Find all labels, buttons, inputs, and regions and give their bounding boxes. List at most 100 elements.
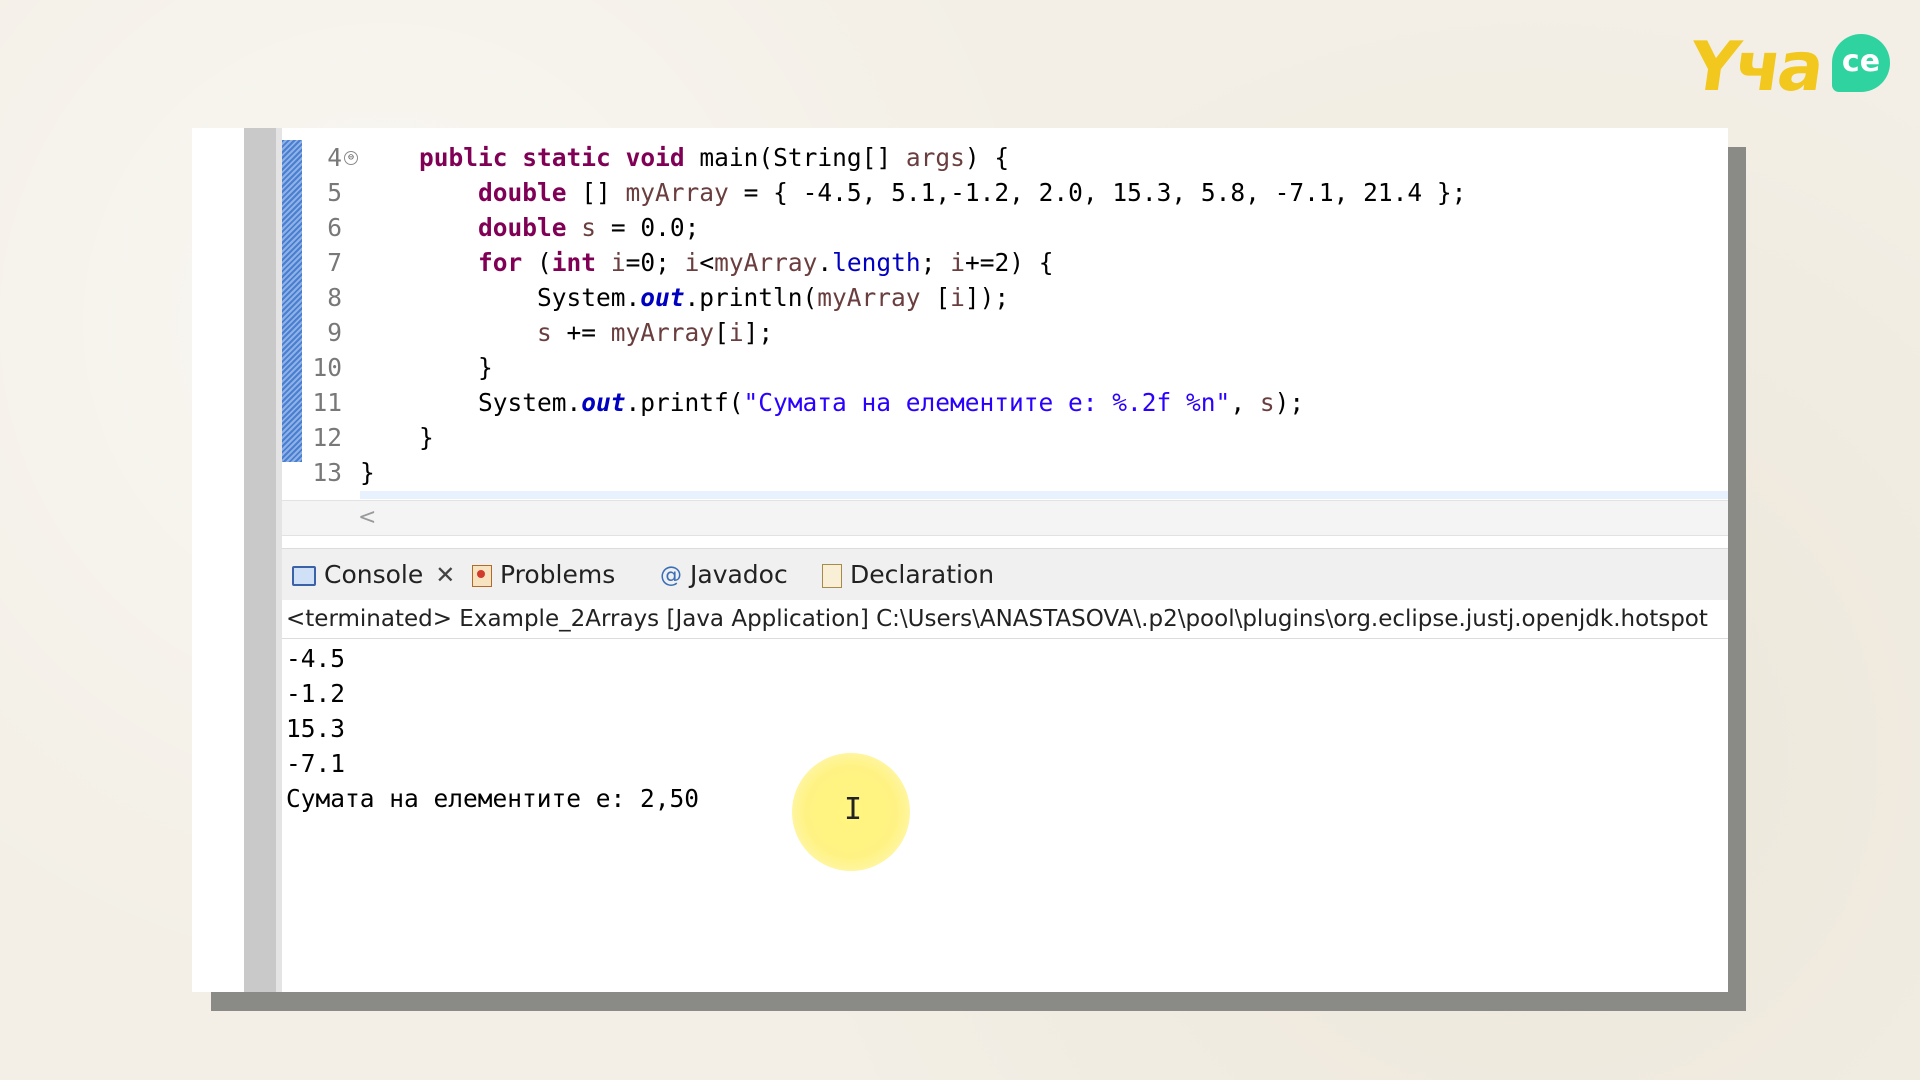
code-text: System.out.println(myArray [i]);: [360, 280, 1009, 315]
code-token: double: [478, 213, 567, 242]
code-editor[interactable]: 4 ⊖ public static void main(String[] args…: [282, 128, 1728, 548]
code-line: 8 System.out.println(myArray [i]);: [282, 280, 1728, 315]
logo: Yчa ce: [1685, 28, 1890, 108]
code-token: public: [419, 143, 508, 172]
tab-declaration[interactable]: Declaration: [822, 557, 994, 593]
code-line: 9 s += myArray[i];: [282, 315, 1728, 350]
code-text: }: [360, 455, 375, 490]
code-token: s: [1259, 388, 1275, 417]
code-text: for (int i=0; i<myArray.length; i+=2) {: [360, 245, 1053, 280]
text-cursor-icon: I: [844, 792, 863, 827]
output-line: 15.3: [286, 714, 346, 743]
line-number: 6: [327, 213, 342, 242]
code-token: ,: [1230, 388, 1260, 417]
line-number: 9: [327, 318, 342, 347]
code-token: i: [684, 248, 700, 277]
close-icon[interactable]: ✕: [435, 561, 455, 589]
code-line: 10 }: [282, 350, 1728, 385]
code-token: ) {: [964, 143, 1010, 172]
code-token: myArray: [714, 248, 818, 277]
code-token: =0;: [625, 248, 685, 277]
code-text: double s = 0.0;: [360, 210, 699, 245]
code-token: main(String[]: [684, 143, 906, 172]
code-token: +=: [551, 318, 611, 347]
code-text: public static void main(String[] args) {: [360, 140, 1009, 175]
line-number: 10: [312, 353, 342, 382]
code-token: [: [714, 318, 729, 347]
logo-text: Yчa: [1684, 28, 1826, 107]
code-token: }: [360, 423, 434, 452]
code-token: i: [728, 318, 744, 347]
tab-problems[interactable]: Problems: [472, 557, 615, 593]
code-token: = 0.0;: [596, 213, 700, 242]
code-token: s: [537, 318, 552, 347]
code-text: }: [360, 350, 493, 385]
code-token: }: [360, 353, 493, 382]
code-line: 7 for (int i=0; i<myArray.length; i+=2) …: [282, 245, 1728, 280]
code-token: ];: [743, 318, 774, 347]
editor-horizontal-scrollbar[interactable]: <: [282, 500, 1728, 536]
code-token: out: [581, 388, 626, 417]
line-number: 7: [327, 248, 342, 277]
logo-badge: ce: [1832, 34, 1890, 92]
output-line: Сумата на елементите е: 2,50: [286, 784, 700, 813]
output-line: -1.2: [286, 679, 346, 708]
code-token: args: [905, 143, 965, 172]
code-text: }: [360, 420, 434, 455]
code-token: System.: [360, 283, 641, 312]
console-icon: [292, 566, 316, 586]
code-token: i: [950, 248, 965, 277]
code-token: myArray: [610, 318, 715, 347]
code-token: int: [551, 248, 597, 277]
tab-label: Console: [324, 560, 424, 589]
output-line: -7.1: [286, 749, 346, 778]
code-token: for: [478, 248, 523, 277]
left-sidebar-strip: [244, 128, 276, 992]
code-token: void: [625, 143, 685, 172]
line-number: 11: [312, 388, 342, 417]
code-token: = { -4.5, 5.1,-1.2, 2.0, 15.3, 5.8, -7.1…: [728, 178, 1467, 207]
javadoc-icon: @: [660, 563, 682, 588]
code-token: ;: [920, 248, 951, 277]
console-tabbar: Console ✕ Problems @ Javadoc Declaration: [282, 548, 1728, 601]
tab-console[interactable]: Console ✕: [292, 557, 455, 593]
code-token: length: [832, 248, 921, 277]
code-token: i: [610, 248, 626, 277]
code-token: System.: [360, 388, 582, 417]
console-output[interactable]: -4.5 -1.2 15.3 -7.1 Сумата на елементите…: [282, 639, 1728, 992]
declaration-icon: [822, 564, 842, 588]
tab-label: Problems: [500, 560, 616, 589]
code-token: ]);: [964, 283, 1010, 312]
code-token: +=2) {: [964, 248, 1054, 277]
console-status-line: <terminated> Example_2Arrays [Java Appli…: [282, 600, 1728, 639]
code-token: .println(: [684, 283, 818, 312]
tab-javadoc[interactable]: @ Javadoc: [660, 557, 788, 593]
code-token: []: [566, 178, 626, 207]
code-line: 12 }: [282, 420, 1728, 455]
current-line-highlight: [360, 491, 1728, 499]
scroll-left-icon[interactable]: <: [358, 505, 376, 530]
code-token: out: [640, 283, 685, 312]
code-token: i: [950, 283, 965, 312]
code-line: 4 ⊖ public static void main(String[] args…: [282, 140, 1728, 175]
fold-icon[interactable]: ⊖: [344, 151, 358, 165]
code-text: System.out.printf("Сумата на елементите …: [360, 385, 1304, 420]
line-number: 13: [312, 458, 342, 487]
line-number: 4: [327, 143, 342, 172]
code-token: <: [699, 248, 715, 277]
code-text: s += myArray[i];: [360, 315, 773, 350]
code-line: 11 System.out.printf("Сумата на елементи…: [282, 385, 1728, 420]
eclipse-window: 4 ⊖ public static void main(String[] args…: [192, 128, 1728, 992]
code-token: static: [522, 143, 611, 172]
code-token: .printf(: [625, 388, 744, 417]
tab-label: Declaration: [850, 560, 995, 589]
code-text: double [] myArray = { -4.5, 5.1,-1.2, 2.…: [360, 175, 1466, 210]
